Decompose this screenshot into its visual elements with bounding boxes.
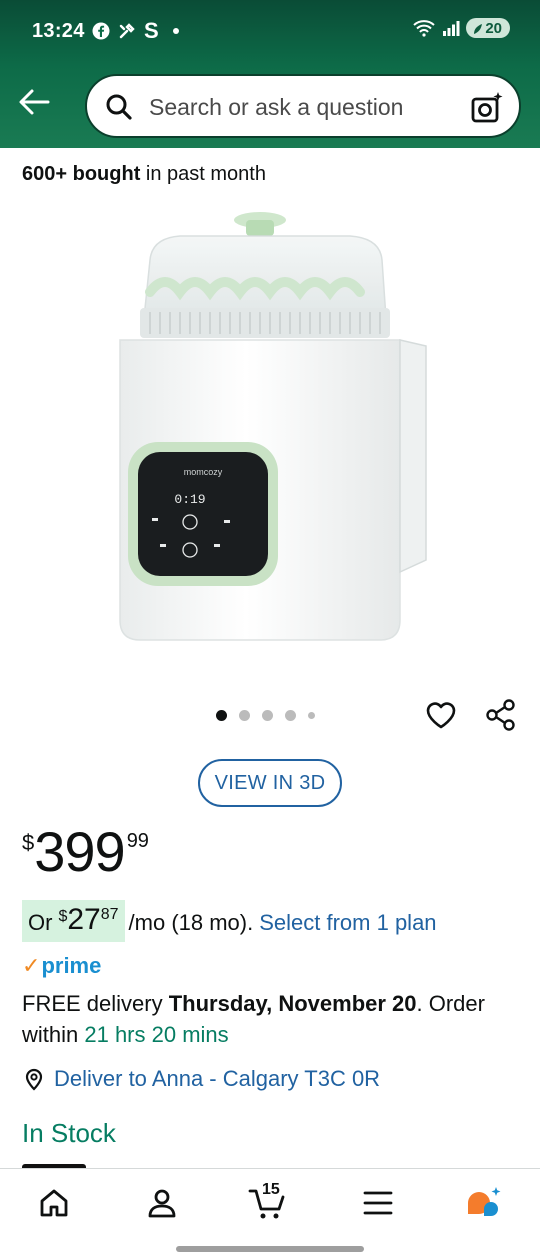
nav-menu[interactable] <box>356 1181 400 1225</box>
prime-badge: ✓ prime <box>22 953 101 979</box>
nav-home[interactable] <box>32 1181 76 1225</box>
svg-text:0:19: 0:19 <box>174 492 205 507</box>
share-icon <box>486 699 515 731</box>
delivery-info: FREE delivery Thursday, November 20. Ord… <box>22 988 522 1050</box>
wifi-icon <box>413 20 435 37</box>
delivery-countdown: 21 hrs 20 mins <box>84 1022 229 1047</box>
installment-term: /mo (18 mo). <box>128 910 254 935</box>
product-image[interactable]: momcozy 0:19 <box>100 200 440 660</box>
bought-in-past-month: 600+ bought in past month <box>22 163 266 186</box>
wishlist-button[interactable] <box>424 698 458 732</box>
battery-indicator: 20 <box>466 18 510 38</box>
installment-currency: $ <box>58 908 68 925</box>
s-icon: S <box>144 18 159 43</box>
bought-count: 600+ bought <box>22 163 141 185</box>
heart-icon <box>426 702 456 729</box>
select-plan-link[interactable]: Select from 1 plan <box>259 910 436 936</box>
battery-level: 20 <box>485 19 502 37</box>
carousel-dot[interactable] <box>239 710 250 721</box>
view-in-3d-button[interactable]: VIEW IN 3D <box>198 759 342 807</box>
installment-or: Or <box>28 910 53 935</box>
status-time: 13:24 <box>32 20 85 42</box>
installment-fraction: 87 <box>100 906 119 923</box>
account-icon <box>148 1189 176 1218</box>
price-fraction: 99 <box>126 830 149 852</box>
nav-account[interactable] <box>140 1181 184 1225</box>
app-header: 13:24 S 20 Search or ask a question <box>0 0 540 148</box>
back-button[interactable] <box>14 82 54 122</box>
stock-status: In Stock <box>22 1118 116 1148</box>
prime-label: prime <box>41 953 102 978</box>
deliver-to-label: Deliver to Anna - Calgary T3C 0R <box>54 1066 381 1091</box>
nav-rufus[interactable] <box>462 1181 506 1225</box>
delivery-date: Thursday, November 20 <box>168 991 417 1016</box>
notification-icons: S <box>92 18 179 44</box>
share-button[interactable] <box>484 698 518 732</box>
tools-icon <box>119 23 135 39</box>
carousel-dot[interactable] <box>262 710 273 721</box>
deliver-to-link[interactable]: Deliver to Anna - Calgary T3C 0R <box>22 1066 380 1092</box>
location-pin-icon <box>25 1068 43 1091</box>
price-whole: 399 <box>34 820 125 883</box>
carousel-dot[interactable] <box>285 710 296 721</box>
monthly-price-chip: Or $ 27 87 <box>22 900 125 942</box>
cart-count: 15 <box>262 1181 280 1198</box>
installment-offer: Or $ 27 87 /mo (18 mo). Select from 1 pl… <box>22 900 437 942</box>
more-notifications-icon <box>172 28 179 34</box>
search-icon <box>106 94 132 120</box>
nav-cart[interactable]: 15 <box>246 1181 290 1225</box>
signal-icon <box>443 21 460 36</box>
price-currency: $ <box>22 830 35 855</box>
gesture-bar[interactable] <box>176 1246 364 1252</box>
image-carousel-dots[interactable] <box>216 710 315 721</box>
installment-whole: 27 <box>67 903 101 936</box>
bought-suffix: in past month <box>140 163 266 185</box>
menu-icon <box>363 1191 393 1215</box>
search-placeholder: Search or ask a question <box>149 94 404 120</box>
status-bar: 13:24 S 20 <box>0 0 540 62</box>
carousel-dot[interactable] <box>216 710 227 721</box>
rufus-icon <box>468 1187 501 1216</box>
carousel-dot[interactable] <box>308 712 315 719</box>
back-arrow-icon <box>19 89 50 115</box>
facebook-icon <box>92 22 110 40</box>
prime-check-icon: ✓ <box>22 953 41 978</box>
system-status: 20 <box>412 18 510 38</box>
home-icon <box>40 1189 68 1217</box>
delivery-prefix: FREE delivery <box>22 991 169 1016</box>
bottom-nav: 15 <box>0 1168 540 1236</box>
svg-text:momcozy: momcozy <box>184 467 223 477</box>
search-bar[interactable]: Search or ask a question <box>85 74 521 138</box>
battery-saver-icon <box>474 24 483 34</box>
product-price: $ 399 99 <box>22 822 149 882</box>
camera-search-icon[interactable] <box>469 90 505 126</box>
